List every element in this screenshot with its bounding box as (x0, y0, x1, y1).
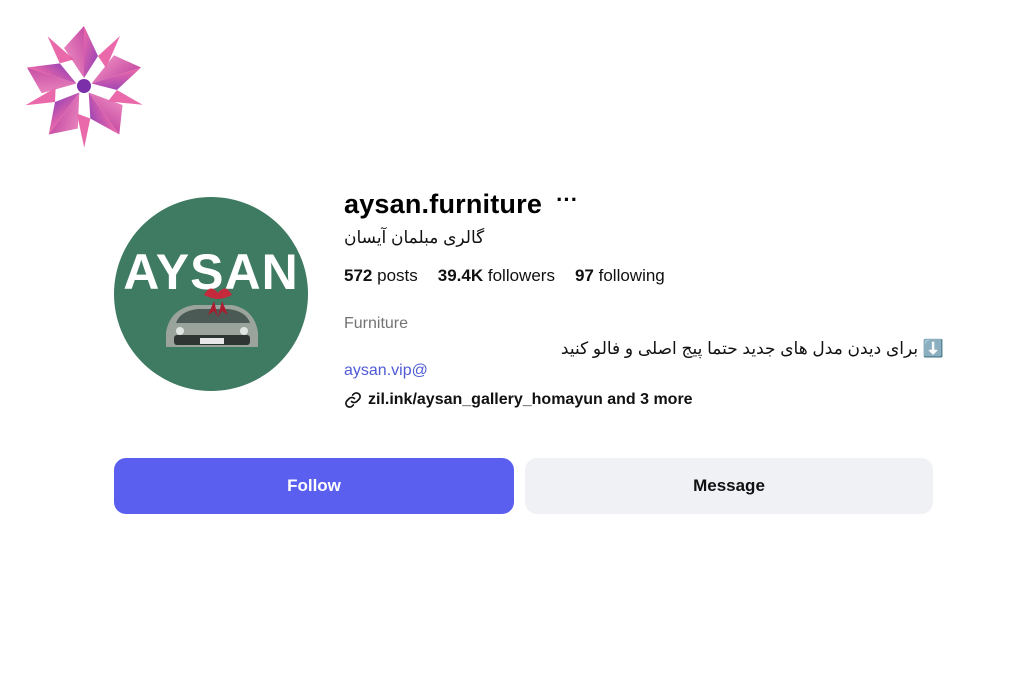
mentioned-handle-link[interactable]: aysan.vip@ (344, 362, 944, 380)
profile-info: aysan.furniture ··· گالری مبلمان آیسان 5… (344, 184, 944, 409)
profile-page: AYSAN aysan.furniture ··· گالری مبلمان آ… (0, 0, 1024, 683)
profile-stats: 572 posts 39.4K followers 97 following (344, 266, 944, 286)
posts-label: posts (377, 266, 418, 285)
full-name: گالری مبلمان آیسان (344, 228, 485, 247)
followers-count: 39.4K (437, 266, 484, 285)
posts-count: 572 (344, 266, 373, 285)
followers-stat[interactable]: 39.4K followers (438, 266, 555, 286)
posts-stat[interactable]: 572 posts (344, 266, 418, 286)
profile-category: Furniture (344, 315, 409, 332)
external-link[interactable]: zil.ink/aysan_gallery_homayun and 3 more (344, 391, 944, 409)
name-row: aysan.furniture ··· (344, 184, 944, 224)
following-count: 97 (574, 266, 594, 285)
following-label: following (598, 266, 665, 285)
chain-link-icon (344, 391, 362, 409)
follow-button[interactable]: Follow (114, 458, 514, 514)
username: aysan.furniture (344, 188, 543, 219)
pinwheel-logo-icon (12, 14, 157, 156)
message-button[interactable]: Message (525, 458, 933, 514)
external-link-text: zil.ink/aysan_gallery_homayun and 3 more (368, 391, 693, 408)
followers-label: followers (487, 266, 555, 285)
profile-avatar[interactable]: AYSAN (114, 197, 308, 391)
bio-text: ⬇️ برای دیدن مدل های جدید حتما پیج اصلی … (560, 339, 944, 358)
ellipsis-icon[interactable]: ··· (556, 189, 578, 211)
following-stat[interactable]: 97 following (575, 266, 665, 286)
